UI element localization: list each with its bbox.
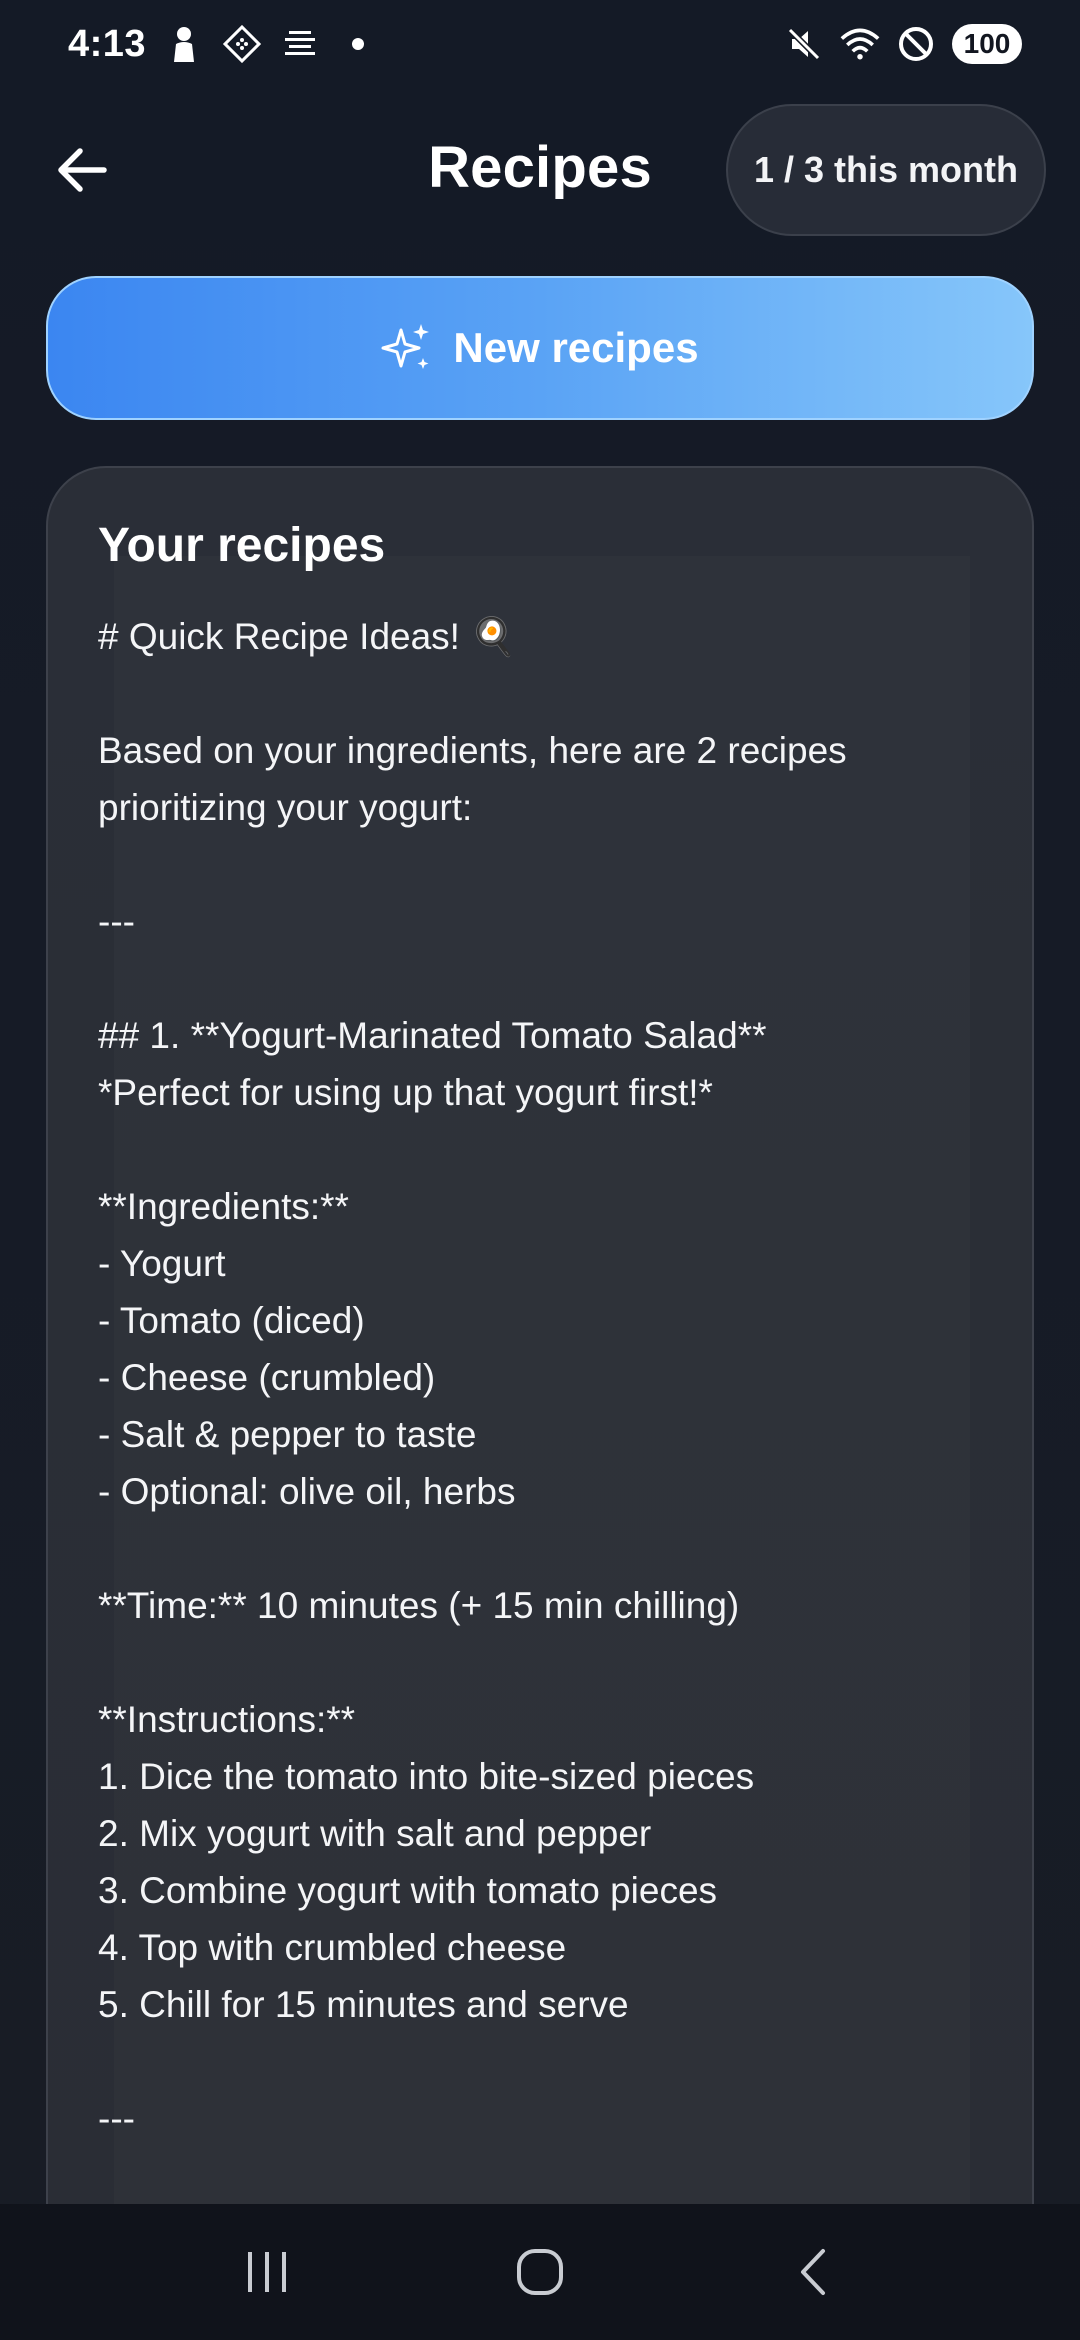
dot-icon (338, 24, 378, 64)
back-nav-button[interactable] (753, 2222, 873, 2322)
mute-icon (784, 24, 824, 64)
recipe-line: **Instructions:** (98, 1699, 356, 1740)
recipe-line: prioritizing your yogurt: (98, 787, 473, 828)
recipe-line: - Optional: olive oil, herbs (98, 1471, 516, 1512)
recipe-line: **Ingredients:** (98, 1186, 349, 1227)
recipe-line: **Time:** 10 minutes (+ 15 min chilling) (98, 1585, 740, 1626)
status-bar: 4:13 100 (0, 0, 1080, 88)
recipe-line: ## 1. **Yogurt-Marinated Tomato Salad** (98, 1015, 767, 1056)
monthly-quota-badge: 1 / 3 this month (726, 104, 1046, 236)
do-not-disturb-icon (896, 24, 936, 64)
recipe-line: - Tomato (diced) (98, 1300, 365, 1341)
recipe-line (98, 950, 998, 1007)
app-header: Recipes 1 / 3 this month (0, 100, 1080, 240)
home-icon (516, 2249, 563, 2295)
list-icon (280, 24, 320, 64)
recipe-line: --- (98, 2098, 135, 2139)
recipe-line: 1. Dice the tomato into bite-sized piece… (98, 1756, 755, 1797)
recipe-line (98, 836, 998, 893)
wifi-icon (840, 24, 880, 64)
home-button[interactable] (480, 2222, 600, 2322)
recipe-line: *Perfect for using up that yogurt first!… (98, 1072, 713, 1113)
recipe-line (98, 1634, 998, 1691)
status-time: 4:13 (68, 22, 147, 65)
status-right: 100 (784, 24, 1022, 64)
recipe-line (98, 2033, 998, 2090)
system-nav-bar (0, 2204, 1080, 2340)
recipe-line: --- (98, 901, 135, 942)
recipe-line: 3. Combine yogurt with tomato pieces (98, 1870, 718, 1911)
recipe-line: - Cheese (crumbled) (98, 1357, 436, 1398)
recents-button[interactable] (207, 2222, 327, 2322)
recipe-line (98, 1121, 998, 1178)
chevron-left-icon (801, 2249, 826, 2295)
cube-icon (222, 24, 262, 64)
recipe-line: # Quick Recipe Ideas! 🍳 (98, 616, 517, 657)
recents-icon (247, 2252, 286, 2292)
person-icon (164, 24, 204, 64)
your-recipes-card: Your recipes # Quick Recipe Ideas! 🍳 Base… (46, 466, 1034, 2340)
status-left: 4:13 (68, 23, 378, 66)
recipe-line: 5. Chill for 15 minutes and serve (98, 1984, 629, 2025)
recipe-line: 4. Top with crumbled cheese (98, 1927, 567, 1968)
new-recipes-button[interactable]: New recipes (46, 276, 1034, 420)
recipe-line: Based on your ingredients, here are 2 re… (98, 730, 847, 771)
sparkle-icon (381, 324, 430, 369)
recipe-line (98, 1520, 998, 1577)
recipe-text: # Quick Recipe Ideas! 🍳 Based on your ing… (98, 608, 998, 2147)
recipe-line (98, 665, 998, 722)
new-recipes-label: New recipes (453, 324, 699, 371)
card-title: Your recipes (98, 519, 386, 572)
recipe-line: - Yogurt (98, 1243, 226, 1284)
recipes-screen: 4:13 100 Recipes 1 / 3 this month New re… (0, 0, 1080, 2340)
recipe-line: 2. Mix yogurt with salt and pepper (98, 1813, 652, 1854)
recipe-line: - Salt & pepper to taste (98, 1414, 477, 1455)
battery-icon: 100 (952, 24, 1022, 64)
